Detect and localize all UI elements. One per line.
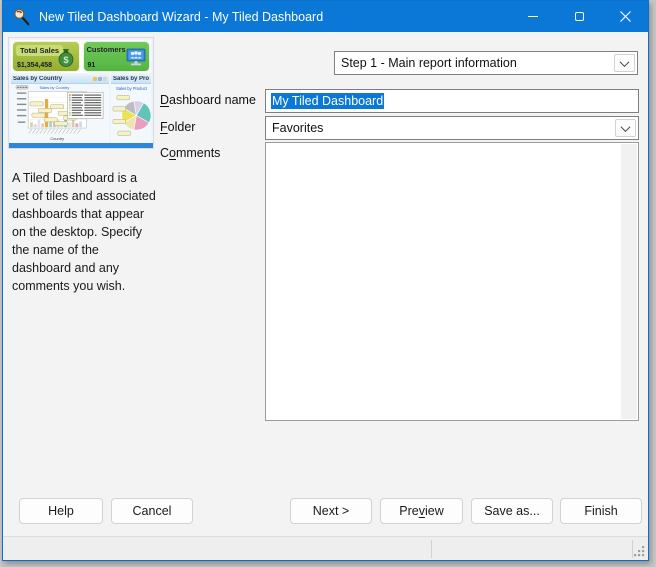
preview-tiles-row: Total Sales $ $1,354,458 Customers xyxy=(11,40,151,73)
folder-select[interactable]: Favorites xyxy=(265,116,639,140)
mini-bar-chart-title: Sales by Country xyxy=(39,85,69,90)
finish-button[interactable]: Finish xyxy=(560,498,642,524)
grid-icon xyxy=(103,77,107,81)
dialog-content: Total Sales $ $1,354,458 Customers xyxy=(3,32,648,560)
step-selector-value: Step 1 - Main report information xyxy=(335,56,614,70)
preview-panels-row: Sales by Country Sales by Country xyxy=(11,75,151,143)
step-selector-drop-button[interactable] xyxy=(614,54,635,72)
dashboard-name-selected-text: My Tiled Dashboard xyxy=(271,93,384,109)
customers-monitor-icon xyxy=(125,46,147,68)
sales-by-country-panel-header: Sales by Country xyxy=(11,75,109,84)
folder-label: Folder xyxy=(160,120,195,134)
window-title: New Tiled Dashboard Wizard - My Tiled Da… xyxy=(39,10,510,24)
preview-thumbnail: Total Sales $ $1,354,458 Customers xyxy=(8,37,154,149)
sales-by-product-panel-header: Sales by Product Category xyxy=(111,75,151,84)
wizard-dialog: New Tiled Dashboard Wizard - My Tiled Da… xyxy=(2,0,649,561)
wizard-wand-icon xyxy=(13,8,31,26)
help-button[interactable]: Help xyxy=(19,498,103,524)
mini-legend xyxy=(67,92,103,118)
dashboard-name-label: Dashboard name xyxy=(160,93,256,107)
total-sales-tile: Total Sales $ $1,354,458 xyxy=(12,41,80,72)
sales-by-product-header-label: Sales by Product Category xyxy=(113,76,149,82)
folder-select-drop-button[interactable] xyxy=(615,119,636,137)
mini-x-tick-labels xyxy=(29,129,81,134)
svg-text:$: $ xyxy=(63,55,69,66)
next-button[interactable]: Next > xyxy=(290,498,372,524)
comments-textarea[interactable] xyxy=(265,142,639,421)
total-sales-tile-value: $1,354,458 xyxy=(17,62,52,69)
mini-bar-chart: Sales by Country xyxy=(11,84,109,143)
chevron-down-icon xyxy=(621,122,631,132)
cancel-button[interactable]: Cancel xyxy=(111,498,193,524)
preview-button[interactable]: Preview xyxy=(380,498,463,524)
minimize-icon xyxy=(528,16,538,17)
status-separator xyxy=(431,540,432,558)
status-bar xyxy=(3,536,648,560)
sales-by-country-header-label: Sales by Country xyxy=(13,76,93,82)
minimize-button[interactable] xyxy=(510,1,556,32)
customers-tile-label: Customers xyxy=(87,45,126,54)
mini-pie-slices xyxy=(122,101,151,130)
mini-pie-chart-title: Sales by Product xyxy=(116,86,148,91)
panel-toolbar-icons xyxy=(93,77,107,81)
chevron-down-icon xyxy=(620,57,630,67)
sales-by-product-panel: Sales by Product Category Sales by Produ… xyxy=(111,75,151,143)
wizard-description: A Tiled Dashboard is a set of tiles and … xyxy=(12,169,156,295)
dashboard-name-input[interactable]: My Tiled Dashboard xyxy=(265,89,639,113)
mini-pie-chart: Sales by Product xyxy=(111,84,151,143)
preview-taskbar-strip xyxy=(9,143,153,148)
mini-bar-xlabel: Country xyxy=(50,136,64,141)
star-icon xyxy=(93,77,97,81)
money-bag-icon: $ xyxy=(55,46,77,68)
comments-scrollbar[interactable] xyxy=(621,144,637,419)
resize-grip[interactable] xyxy=(633,545,646,558)
sales-by-country-panel: Sales by Country Sales by Country xyxy=(11,75,109,143)
comments-label: Comments xyxy=(160,146,220,160)
folder-select-value: Favorites xyxy=(266,121,615,135)
customers-tile: Customers 91 xyxy=(83,41,151,72)
title-bar: New Tiled Dashboard Wizard - My Tiled Da… xyxy=(3,1,648,32)
step-selector[interactable]: Step 1 - Main report information xyxy=(334,51,638,75)
close-button[interactable] xyxy=(602,1,648,32)
folder-icon xyxy=(98,77,102,81)
customers-tile-value: 91 xyxy=(88,62,96,69)
maximize-icon xyxy=(575,12,584,21)
maximize-button[interactable] xyxy=(556,1,602,32)
mini-y-axis-labels xyxy=(17,92,26,122)
save-as-button[interactable]: Save as... xyxy=(471,498,553,524)
close-icon xyxy=(620,11,631,22)
